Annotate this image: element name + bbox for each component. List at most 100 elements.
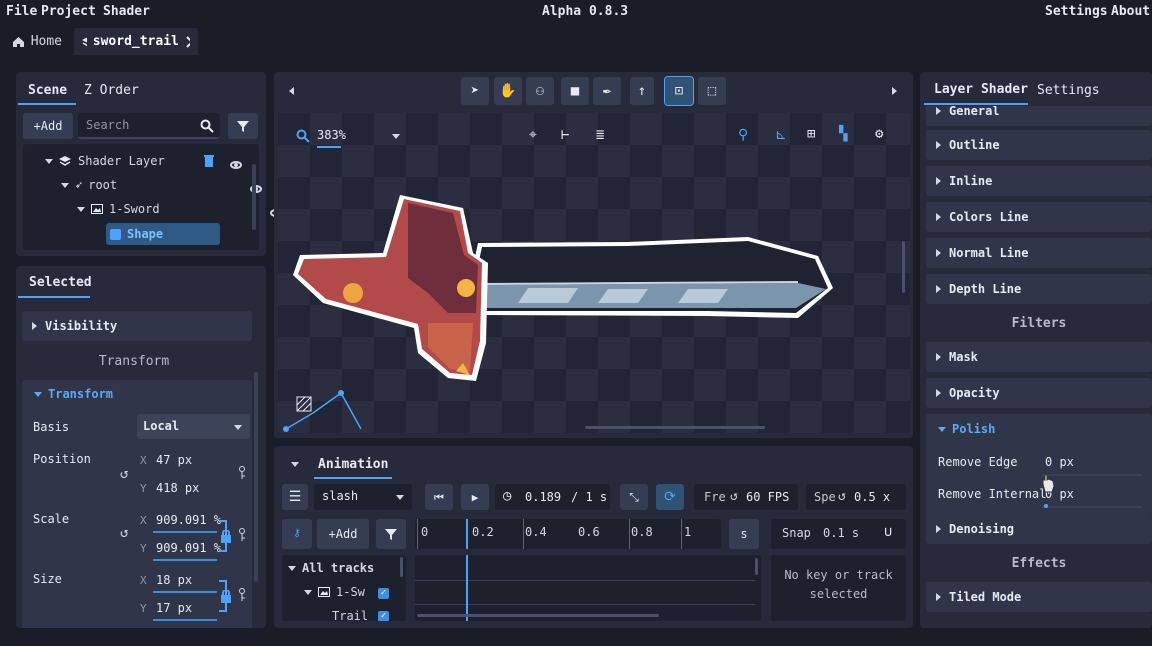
transform-tool[interactable]: ⊡ bbox=[664, 76, 694, 106]
size-x-field[interactable]: 18 px bbox=[156, 573, 192, 587]
viewport-h-scrollbar[interactable] bbox=[585, 426, 765, 429]
add-track-button[interactable]: +Add bbox=[317, 519, 369, 549]
track-filter-button[interactable] bbox=[376, 519, 406, 549]
rewind-button[interactable]: ⏮ bbox=[425, 484, 453, 510]
tab-home[interactable]: Home bbox=[4, 28, 70, 55]
snap-icon[interactable]: ⚲ bbox=[738, 128, 748, 142]
tab-document[interactable]: sword_trail bbox=[74, 28, 198, 55]
align-left-icon[interactable]: ⊢ bbox=[561, 128, 569, 142]
polish-header[interactable]: Polish bbox=[938, 422, 995, 436]
scale-y-field[interactable]: 909.091 % bbox=[156, 541, 221, 555]
size-y-field[interactable]: 17 px bbox=[156, 601, 192, 615]
chevron-down-icon[interactable] bbox=[77, 206, 85, 212]
key-icon[interactable] bbox=[238, 466, 246, 480]
tree-item-shape[interactable]: Shape bbox=[106, 223, 220, 245]
position-y-field[interactable]: 418 px bbox=[156, 481, 199, 495]
viewport-canvas[interactable]: 383% ⌖ ⊢ ≣ ⚲ ⊾ ⊞ ▚ ⚙ bbox=[278, 113, 910, 433]
fps-field[interactable]: Fre ↺ 60 FPS bbox=[694, 484, 798, 510]
reset-icon[interactable]: ↺ bbox=[120, 466, 128, 482]
filter-button[interactable] bbox=[228, 113, 258, 139]
section-tiled-mode[interactable]: Tiled Mode bbox=[926, 582, 1152, 612]
menu-about[interactable]: About bbox=[1111, 4, 1150, 19]
selected-scrollbar[interactable] bbox=[254, 372, 258, 582]
chevron-left-icon[interactable] bbox=[289, 87, 294, 95]
keyframe-v-scrollbar[interactable] bbox=[755, 558, 758, 575]
slider-handle[interactable] bbox=[1044, 504, 1048, 508]
magnet-icon[interactable]: ∪ bbox=[884, 525, 892, 539]
checkbox-icon[interactable]: ✓ bbox=[378, 588, 389, 599]
remove-internal-slider[interactable] bbox=[1042, 506, 1142, 508]
bones-tool[interactable]: ⚇ bbox=[526, 77, 554, 105]
tab-shader-settings[interactable]: Settings bbox=[1037, 83, 1100, 98]
tree-item-root[interactable]: ➶ root bbox=[61, 178, 117, 192]
pin-tool[interactable]: ↑ bbox=[630, 77, 654, 105]
add-node-button[interactable]: +Add bbox=[23, 113, 73, 139]
basis-select[interactable]: Local bbox=[137, 414, 250, 439]
onion-skin-icon[interactable]: ⚙ bbox=[875, 127, 883, 141]
tab-scene[interactable]: Scene bbox=[28, 83, 67, 98]
key-icon[interactable] bbox=[238, 588, 246, 602]
chevron-down-icon[interactable] bbox=[392, 134, 400, 139]
section-outline[interactable]: Outline bbox=[926, 130, 1152, 160]
tree-scrollbar[interactable] bbox=[252, 164, 256, 230]
record-button[interactable]: ⚷ bbox=[282, 519, 312, 549]
track-list-scrollbar[interactable] bbox=[400, 557, 403, 577]
tab-layer-shader[interactable]: Layer Shader bbox=[934, 82, 1028, 97]
menu-project[interactable]: Project bbox=[41, 4, 96, 19]
section-normal-line[interactable]: Normal Line bbox=[926, 238, 1152, 268]
section-denoising[interactable]: Denoising bbox=[926, 514, 1152, 544]
section-depth-line[interactable]: Depth Line bbox=[926, 274, 1152, 304]
reset-icon[interactable]: ↺ bbox=[120, 525, 128, 541]
chevron-down-icon[interactable] bbox=[45, 158, 53, 164]
menu-shader[interactable]: Shader bbox=[103, 4, 150, 19]
checker-icon[interactable]: ▚ bbox=[839, 127, 847, 141]
section-colors-line[interactable]: Colors Line bbox=[926, 202, 1152, 232]
loop-button[interactable]: ⟳ bbox=[656, 484, 684, 510]
chevron-right-icon[interactable] bbox=[892, 87, 897, 95]
axes-icon[interactable]: ⊾ bbox=[775, 128, 787, 142]
tab-zorder[interactable]: Z Order bbox=[84, 83, 139, 98]
position-x-field[interactable]: 47 px bbox=[156, 453, 192, 467]
timeline-ruler[interactable]: 0 0.2 0.4 0.6 0.8 1 bbox=[415, 519, 721, 549]
tab-animation[interactable]: Animation bbox=[318, 457, 388, 472]
select-tool[interactable]: ➤ bbox=[461, 77, 489, 105]
all-tracks-row[interactable]: All tracks bbox=[288, 561, 374, 575]
time-unit-button[interactable]: s bbox=[729, 519, 759, 549]
distribute-icon[interactable]: ≣ bbox=[596, 128, 604, 142]
chevron-down-icon[interactable] bbox=[61, 182, 69, 188]
vertex-tool[interactable]: ⬚ bbox=[698, 77, 726, 105]
track-row[interactable]: 1-Sw bbox=[304, 585, 365, 599]
pen-tool[interactable]: ✒ bbox=[593, 77, 621, 105]
visibility-eye-icon[interactable] bbox=[230, 161, 242, 169]
playhead[interactable] bbox=[466, 519, 468, 549]
trash-icon[interactable] bbox=[204, 155, 214, 167]
menu-button[interactable]: ☰ bbox=[282, 484, 308, 510]
time-field[interactable]: ◷ 0.189 / 1 s bbox=[495, 484, 610, 510]
visibility-section[interactable]: Visibility bbox=[22, 311, 252, 341]
section-opacity[interactable]: Opacity bbox=[926, 378, 1152, 408]
speed-field[interactable]: Spe ↺ 0.5 x bbox=[806, 484, 906, 510]
scale-x-field[interactable]: 909.091 % bbox=[156, 513, 221, 527]
snap-field[interactable]: Snap 0.1 s ∪ bbox=[771, 519, 906, 549]
zoom-slider[interactable] bbox=[317, 146, 341, 148]
checkbox-icon[interactable]: ✓ bbox=[378, 611, 389, 621]
lock-icon[interactable] bbox=[220, 590, 232, 603]
keyframe-h-scrollbar[interactable] bbox=[417, 614, 659, 617]
loop-mode-button[interactable]: ⤡ bbox=[620, 484, 648, 510]
play-button[interactable]: ▶ bbox=[461, 484, 489, 510]
tree-item-sword[interactable]: 1-Sword bbox=[77, 202, 160, 216]
pan-tool[interactable]: ✋ bbox=[494, 77, 522, 105]
scene-search-input[interactable]: Search bbox=[78, 113, 220, 139]
section-inline[interactable]: Inline bbox=[926, 166, 1152, 196]
viewport-v-scrollbar[interactable] bbox=[902, 241, 905, 293]
close-icon[interactable] bbox=[185, 35, 190, 49]
grid-icon[interactable]: ⊞ bbox=[807, 127, 815, 141]
transform-section-header[interactable]: Transform bbox=[34, 387, 113, 401]
menu-settings[interactable]: Settings bbox=[1045, 4, 1108, 19]
key-icon[interactable] bbox=[238, 528, 246, 542]
menu-file[interactable]: File bbox=[6, 4, 37, 19]
remove-edge-slider[interactable] bbox=[1042, 474, 1142, 476]
chevron-down-icon[interactable] bbox=[291, 462, 299, 467]
center-icon[interactable]: ⌖ bbox=[529, 128, 537, 142]
clip-select[interactable]: slash bbox=[314, 484, 412, 510]
